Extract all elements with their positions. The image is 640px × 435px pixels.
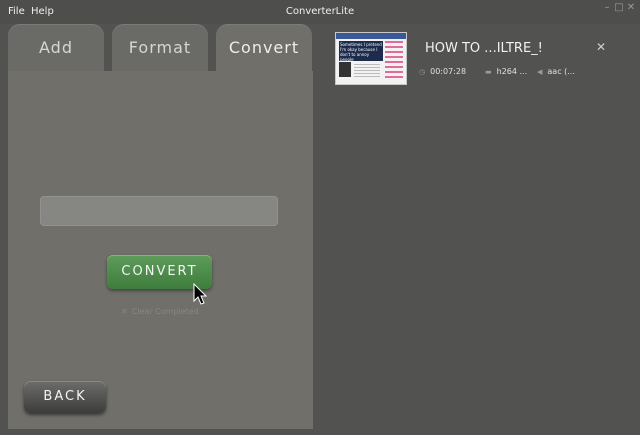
- video-thumbnail: Sometimes I pretend I'm okay because I d…: [335, 32, 407, 85]
- thumbnail-text: Sometimes I pretend I'm okay because I d…: [339, 41, 383, 62]
- clear-completed-label: Clear Completed: [131, 307, 199, 316]
- duration: 00:07:28: [430, 67, 467, 76]
- clear-completed-button[interactable]: ✕ Clear Completed: [121, 307, 199, 316]
- audio-codec: aac (...: [547, 67, 575, 76]
- maximize-icon[interactable]: □: [614, 3, 624, 13]
- output-progress-field: [40, 196, 278, 226]
- video-icon: ▬: [485, 68, 492, 76]
- file-list-item[interactable]: Sometimes I pretend I'm okay because I d…: [330, 30, 620, 90]
- remove-file-icon[interactable]: ✕: [596, 40, 606, 54]
- back-button[interactable]: BACK: [24, 381, 106, 413]
- tab-format[interactable]: Format: [112, 24, 208, 71]
- minimize-icon[interactable]: –: [602, 3, 612, 13]
- clock-icon: ◷: [419, 68, 426, 76]
- video-codec-meta: ▬ h264 ...: [485, 67, 527, 76]
- window-title: ConverterLite: [285, 6, 355, 17]
- tab-add[interactable]: Add: [8, 24, 104, 71]
- duration-meta: ◷ 00:07:28: [419, 67, 466, 76]
- speaker-icon: ◀: [537, 68, 543, 76]
- x-icon: ✕: [121, 307, 128, 316]
- video-codec: h264 ...: [496, 67, 528, 76]
- close-window-icon[interactable]: ✕: [626, 3, 636, 13]
- mouse-cursor-icon: [193, 283, 208, 305]
- convert-panel: [8, 71, 313, 429]
- tab-convert[interactable]: Convert: [216, 24, 312, 71]
- audio-codec-meta: ◀ aac (...: [537, 67, 575, 76]
- title-bar: File Help ConverterLite – □ ✕: [0, 0, 640, 24]
- file-title: HOW TO ...ILTRE_!: [425, 41, 543, 56]
